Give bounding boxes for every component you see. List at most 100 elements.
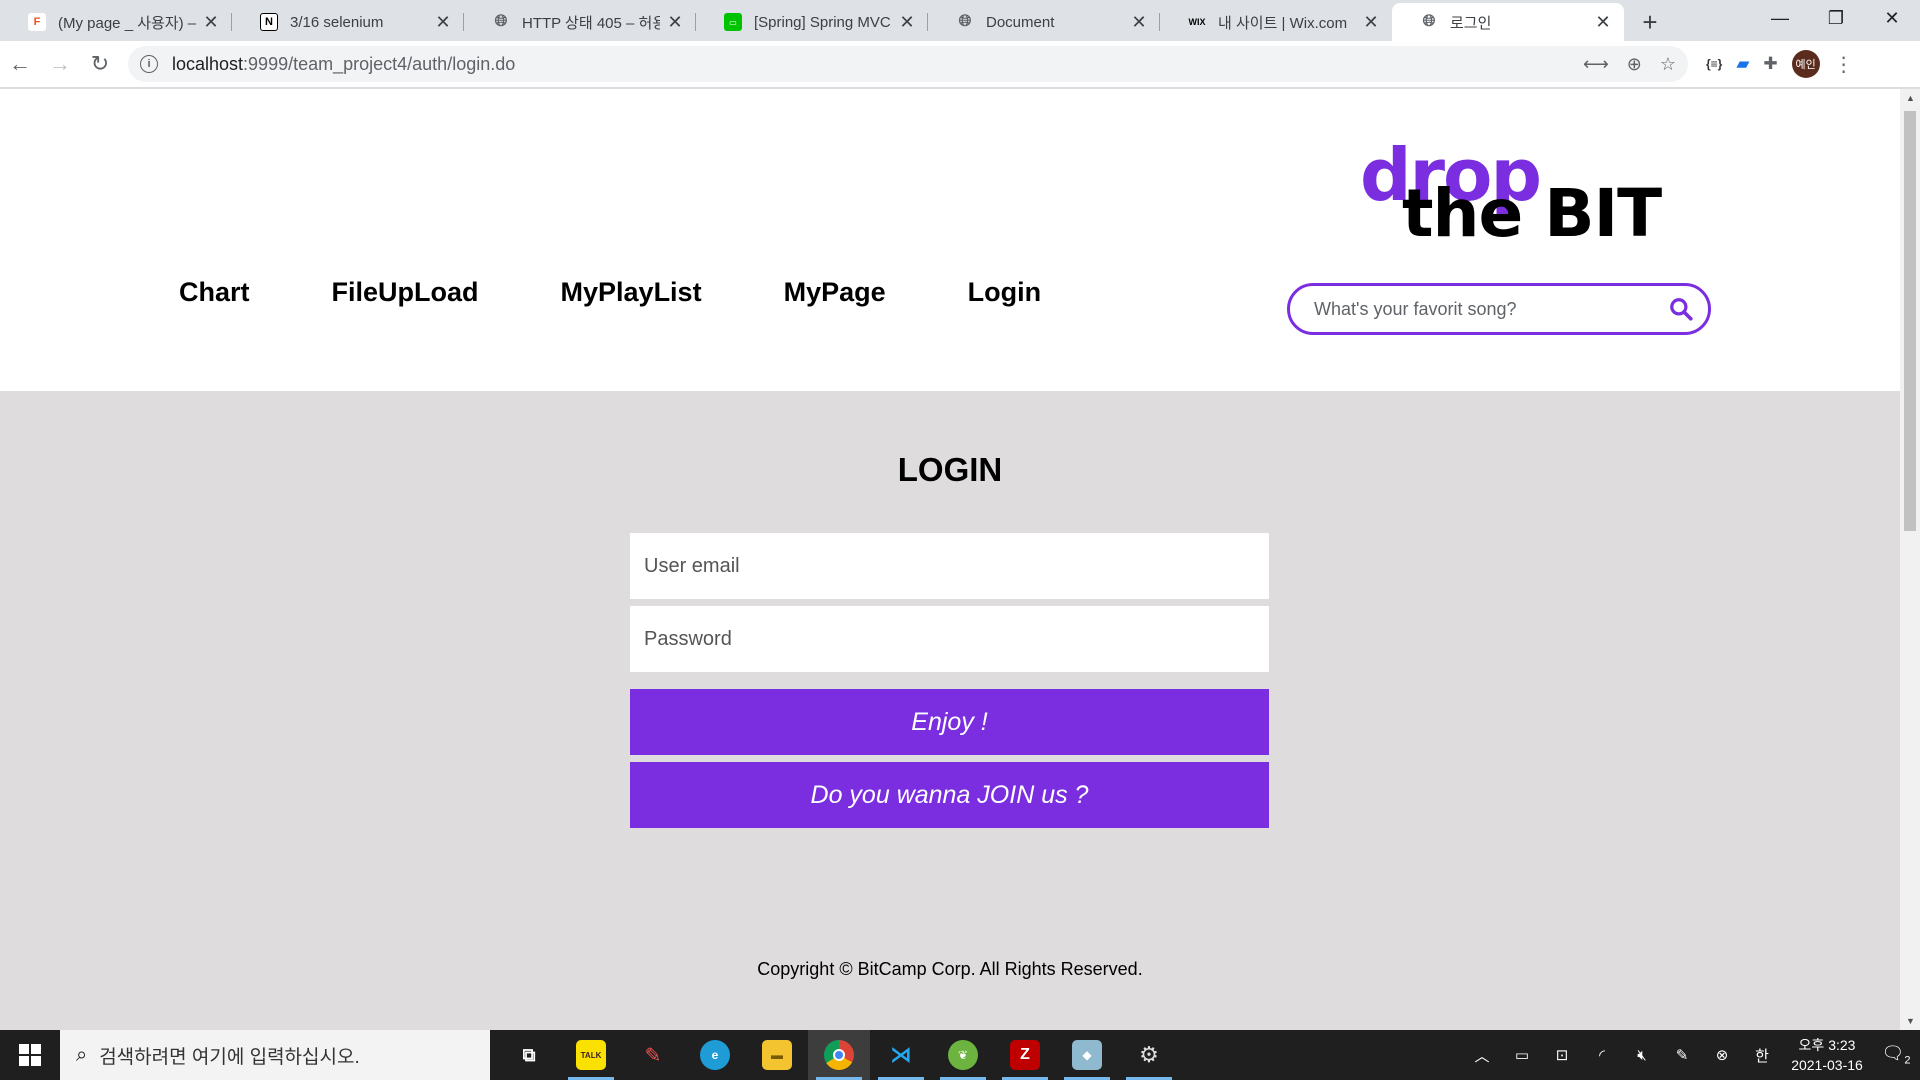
extensions-area: {≡} ▰ ✚ 예인 ⋮ xyxy=(1706,50,1854,78)
chrome-icon xyxy=(824,1040,854,1070)
taskbar-app-generic[interactable]: ◆ xyxy=(1056,1030,1118,1080)
site-logo[interactable]: drop the BIT xyxy=(1360,139,1690,249)
browser-tab-active[interactable]: 🌐︎ 로그인 ✕ xyxy=(1392,3,1624,41)
new-tab-button[interactable]: + xyxy=(1630,3,1670,41)
close-window-icon[interactable]: ✕ xyxy=(1864,0,1920,36)
taskbar-apps: ⧉ TALK ✎ e ▬ ⋊ ❦ Z ◆ ⚙ xyxy=(498,1030,1180,1080)
site-info-icon[interactable]: i xyxy=(140,55,158,73)
task-view-button[interactable]: ⧉ xyxy=(498,1030,560,1080)
clock-time: 오후 3:23 xyxy=(1798,1037,1856,1053)
wifi-icon[interactable]: ◜ xyxy=(1582,1046,1622,1064)
taskbar-search[interactable]: ⌕ 검색하려면 여기에 입력하십시오. xyxy=(60,1030,490,1080)
translate-icon[interactable]: ⟷ xyxy=(1583,54,1609,75)
url-host: localhost xyxy=(172,53,244,74)
taskbar-app-explorer[interactable]: ▬ xyxy=(746,1030,808,1080)
zoom-icon[interactable]: ⊕ xyxy=(1627,54,1642,75)
notification-count: 2 xyxy=(1904,1054,1911,1067)
page-viewport: drop the BIT Chart FileUpLoad MyPlayList… xyxy=(0,89,1900,1030)
browser-tab[interactable]: N 3/16 selenium ✕ xyxy=(232,3,464,41)
browser-tab[interactable]: F (My page _ 사용자) – F ✕ xyxy=(0,3,232,41)
scroll-down-icon[interactable]: ▼ xyxy=(1906,1016,1915,1026)
clock-date: 2021-03-16 xyxy=(1791,1057,1863,1073)
join-button[interactable]: Do you wanna JOIN us ? xyxy=(630,762,1269,828)
puzzle-icon[interactable]: ✚ xyxy=(1763,54,1777,74)
tab-strip: F (My page _ 사용자) – F ✕ N 3/16 selenium … xyxy=(0,0,1920,41)
wix-icon: WIX xyxy=(1188,17,1206,27)
taskbar-search-placeholder: 검색하려면 여기에 입력하십시오. xyxy=(99,1046,360,1068)
taskbar-app-paint[interactable]: ✎ xyxy=(622,1030,684,1080)
tab-title: 내 사이트 | Wix.com xyxy=(1218,14,1348,32)
volume-muted-icon[interactable]: 🔇︎ xyxy=(1622,1047,1662,1064)
taskbar-app-vscode[interactable]: ⋊ xyxy=(870,1030,932,1080)
more-menu-icon[interactable]: ⋮ xyxy=(1834,52,1854,77)
bookmark-star-icon[interactable]: ☆ xyxy=(1660,54,1676,75)
extension-icon[interactable]: ▰ xyxy=(1736,54,1749,74)
taskbar-app-edge[interactable]: e xyxy=(684,1030,746,1080)
url-path: :9999/team_project4/auth/login.do xyxy=(243,53,516,74)
taskbar-app-chrome[interactable] xyxy=(808,1030,870,1080)
close-tab-icon[interactable]: ✕ xyxy=(202,12,220,33)
globe-icon: 🌐︎ xyxy=(1422,13,1436,30)
login-title: LOGIN xyxy=(897,451,1003,488)
reload-button[interactable]: ↻ xyxy=(80,44,120,84)
email-field[interactable] xyxy=(630,533,1269,599)
notification-center-icon[interactable]: 🗨︎2 xyxy=(1872,1043,1920,1067)
browser-tab[interactable]: 🌐︎ Document ✕ xyxy=(928,3,1160,41)
taskbar-app-filezilla[interactable]: Z xyxy=(994,1030,1056,1080)
password-field[interactable] xyxy=(630,606,1269,672)
song-search-input[interactable] xyxy=(1314,298,1668,320)
nav-fileupload[interactable]: FileUpLoad xyxy=(332,277,479,308)
main-nav: Chart FileUpLoad MyPlayList MyPage Login xyxy=(179,277,1123,308)
task-view-icon: ⧉ xyxy=(522,1044,536,1065)
scroll-up-icon[interactable]: ▲ xyxy=(1906,93,1915,103)
json-extension-icon[interactable]: {≡} xyxy=(1706,57,1722,71)
notion-icon: N xyxy=(260,13,278,31)
globe-icon: 🌐︎ xyxy=(494,13,508,30)
back-button[interactable]: ← xyxy=(0,44,40,84)
close-tab-icon[interactable]: ✕ xyxy=(1362,12,1380,33)
search-icon[interactable] xyxy=(1668,296,1694,322)
device-icon[interactable]: ⊡ xyxy=(1542,1046,1582,1064)
site-header: drop the BIT Chart FileUpLoad MyPlayList… xyxy=(0,89,1900,391)
browser-tab[interactable]: 🌐︎ HTTP 상태 405 – 허용 ✕ xyxy=(464,3,696,41)
windows-logo-icon xyxy=(19,1044,41,1066)
browser-tab[interactable]: WIX 내 사이트 | Wix.com ✕ xyxy=(1160,3,1392,41)
close-circle-icon[interactable]: ⊗ xyxy=(1702,1046,1742,1064)
nav-myplaylist[interactable]: MyPlayList xyxy=(561,277,702,308)
spring-icon: ❦ xyxy=(948,1040,978,1070)
nav-mypage[interactable]: MyPage xyxy=(784,277,886,308)
windows-taskbar: ⌕ 검색하려면 여기에 입력하십시오. ⧉ TALK ✎ e ▬ ⋊ ❦ Z ◆… xyxy=(0,1030,1920,1080)
start-button[interactable] xyxy=(0,1030,60,1080)
minimize-icon[interactable]: — xyxy=(1752,0,1808,36)
tab-title: 3/16 selenium xyxy=(290,13,384,31)
copyright-text: Copyright © BitCamp Corp. All Rights Res… xyxy=(757,959,1143,979)
close-tab-icon[interactable]: ✕ xyxy=(1130,12,1148,33)
taskbar-app-settings[interactable]: ⚙ xyxy=(1118,1030,1180,1080)
kakaotalk-icon: TALK xyxy=(576,1040,606,1070)
profile-avatar[interactable]: 예인 xyxy=(1791,50,1820,78)
show-hidden-icons[interactable]: ︿ xyxy=(1462,1045,1502,1066)
nav-login[interactable]: Login xyxy=(968,277,1041,308)
clock[interactable]: 오후 3:23 2021-03-16 xyxy=(1782,1035,1872,1075)
close-tab-icon[interactable]: ✕ xyxy=(1594,12,1612,33)
taskbar-app-kakaotalk[interactable]: TALK xyxy=(560,1030,622,1080)
login-submit-button[interactable]: Enjoy ! xyxy=(630,689,1269,755)
logo-the-bit: the BIT xyxy=(1402,175,1662,252)
nav-chart[interactable]: Chart xyxy=(179,277,250,308)
vscode-icon: ⋊ xyxy=(890,1042,912,1067)
forward-button[interactable]: → xyxy=(40,44,80,84)
close-tab-icon[interactable]: ✕ xyxy=(666,12,684,33)
ime-indicator[interactable]: 한 xyxy=(1742,1045,1782,1066)
restore-icon[interactable]: ❐ xyxy=(1808,0,1864,36)
battery-icon[interactable]: ▭ xyxy=(1502,1046,1542,1064)
address-bar[interactable]: i localhost:9999/team_project4/auth/logi… xyxy=(128,46,1688,82)
browser-tab[interactable]: ▭ [Spring] Spring MVC P ✕ xyxy=(696,3,928,41)
page-scrollbar[interactable]: ▲ ▼ xyxy=(1900,89,1920,1030)
paint-icon: ✎ xyxy=(644,1044,662,1067)
pen-icon[interactable]: ✎ xyxy=(1662,1046,1702,1064)
close-tab-icon[interactable]: ✕ xyxy=(898,12,916,33)
taskbar-app-spring[interactable]: ❦ xyxy=(932,1030,994,1080)
close-tab-icon[interactable]: ✕ xyxy=(434,12,452,33)
tab-title: [Spring] Spring MVC P xyxy=(754,13,892,31)
scrollbar-thumb[interactable] xyxy=(1904,111,1916,531)
